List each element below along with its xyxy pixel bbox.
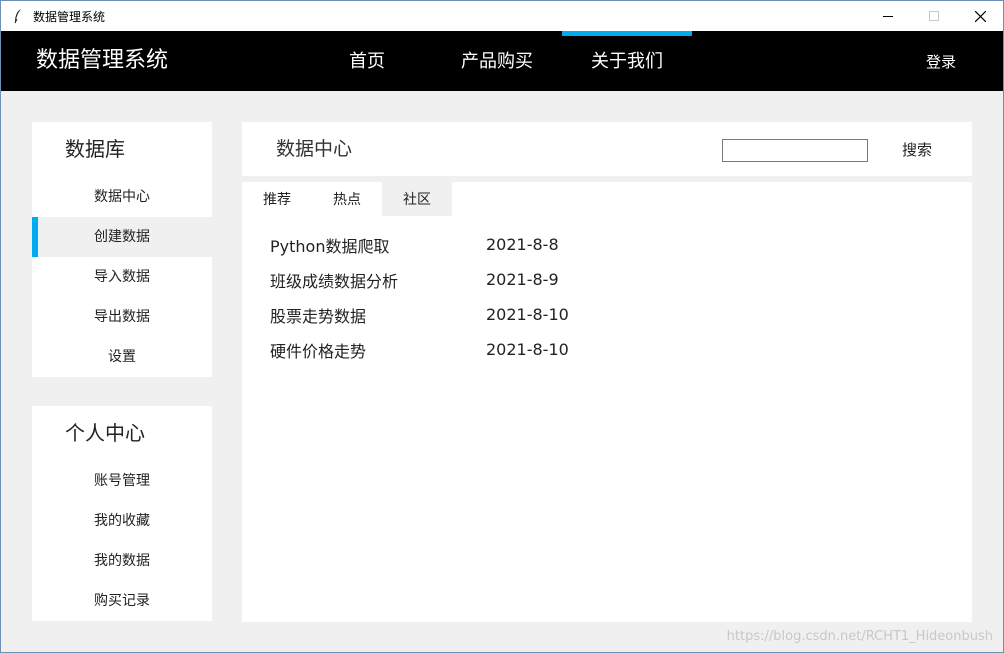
list-item[interactable]: 股票走势数据 2021-8-10 (270, 297, 950, 332)
database-panel: 数据库 数据中心 创建数据 导入数据 导出数据 设置 (32, 122, 212, 377)
window-controls (865, 1, 1003, 31)
feather-icon (11, 8, 25, 24)
tab-community[interactable]: 社区 (382, 182, 452, 216)
nav-item-home[interactable]: 首页 (302, 31, 432, 91)
page-title: 数据中心 (276, 138, 353, 160)
maximize-icon (929, 11, 939, 21)
login-button[interactable]: 登录 (911, 31, 971, 91)
list-item[interactable]: Python数据爬取 2021-8-8 (270, 227, 950, 262)
list-item[interactable]: 班级成绩数据分析 2021-8-9 (270, 262, 950, 297)
sidebar-item-my-data[interactable]: 我的数据 (32, 541, 212, 581)
data-list: Python数据爬取 2021-8-8 班级成绩数据分析 2021-8-9 股票… (270, 227, 950, 367)
sidebar-item-import-data[interactable]: 导入数据 (32, 257, 212, 297)
search-input[interactable] (722, 139, 868, 162)
tab-bar: 推荐 热点 社区 (242, 182, 452, 216)
list-item-date: 2021-8-8 (486, 235, 559, 254)
brand-title: 数据管理系统 (36, 48, 169, 73)
list-item-title: 股票走势数据 (270, 306, 367, 326)
minimize-icon (883, 16, 893, 17)
search-button[interactable]: 搜索 (892, 122, 942, 176)
close-button[interactable] (957, 1, 1003, 31)
sidebar-item-settings[interactable]: 设置 (32, 337, 212, 377)
sidebar-item-data-center[interactable]: 数据中心 (32, 177, 212, 217)
list-item-title: 班级成绩数据分析 (270, 271, 399, 291)
main-header: 数据中心 搜索 (242, 122, 972, 176)
close-icon (974, 10, 986, 22)
sidebar-item-purchases[interactable]: 购买记录 (32, 581, 212, 621)
sidebar-item-account[interactable]: 账号管理 (32, 461, 212, 501)
main-content: 推荐 热点 社区 Python数据爬取 2021-8-8 班级成绩数据分析 20… (242, 182, 972, 622)
sidebar-item-export-data[interactable]: 导出数据 (32, 297, 212, 337)
window-title: 数据管理系统 (33, 9, 106, 24)
list-item-date: 2021-8-9 (486, 270, 559, 289)
watermark: https://blog.csdn.net/RCHT1_Hideonbush (726, 629, 993, 644)
sidebar-item-favorites[interactable]: 我的收藏 (32, 501, 212, 541)
nav-item-about[interactable]: 关于我们 (562, 31, 692, 91)
app-window: 数据管理系统 数据管理系统 首页 产品购买 关于我们 登录 数据库 数据中心 创… (0, 0, 1004, 653)
sidebar-item-create-data[interactable]: 创建数据 (32, 217, 212, 257)
tab-hot[interactable]: 热点 (312, 182, 382, 216)
tab-recommended[interactable]: 推荐 (242, 182, 312, 216)
personal-panel-title: 个人中心 (65, 421, 145, 445)
list-item-date: 2021-8-10 (486, 305, 569, 324)
list-item-title: Python数据爬取 (270, 236, 390, 256)
list-item[interactable]: 硬件价格走势 2021-8-10 (270, 332, 950, 367)
minimize-button[interactable] (865, 1, 911, 31)
list-item-date: 2021-8-10 (486, 340, 569, 359)
nav-item-products[interactable]: 产品购买 (432, 31, 562, 91)
list-item-title: 硬件价格走势 (270, 341, 367, 361)
personal-panel: 个人中心 账号管理 我的收藏 我的数据 购买记录 (32, 406, 212, 621)
database-panel-title: 数据库 (65, 137, 125, 161)
maximize-button[interactable] (911, 1, 957, 31)
top-navigation: 数据管理系统 首页 产品购买 关于我们 登录 (1, 31, 1003, 91)
window-titlebar: 数据管理系统 (1, 1, 1003, 31)
